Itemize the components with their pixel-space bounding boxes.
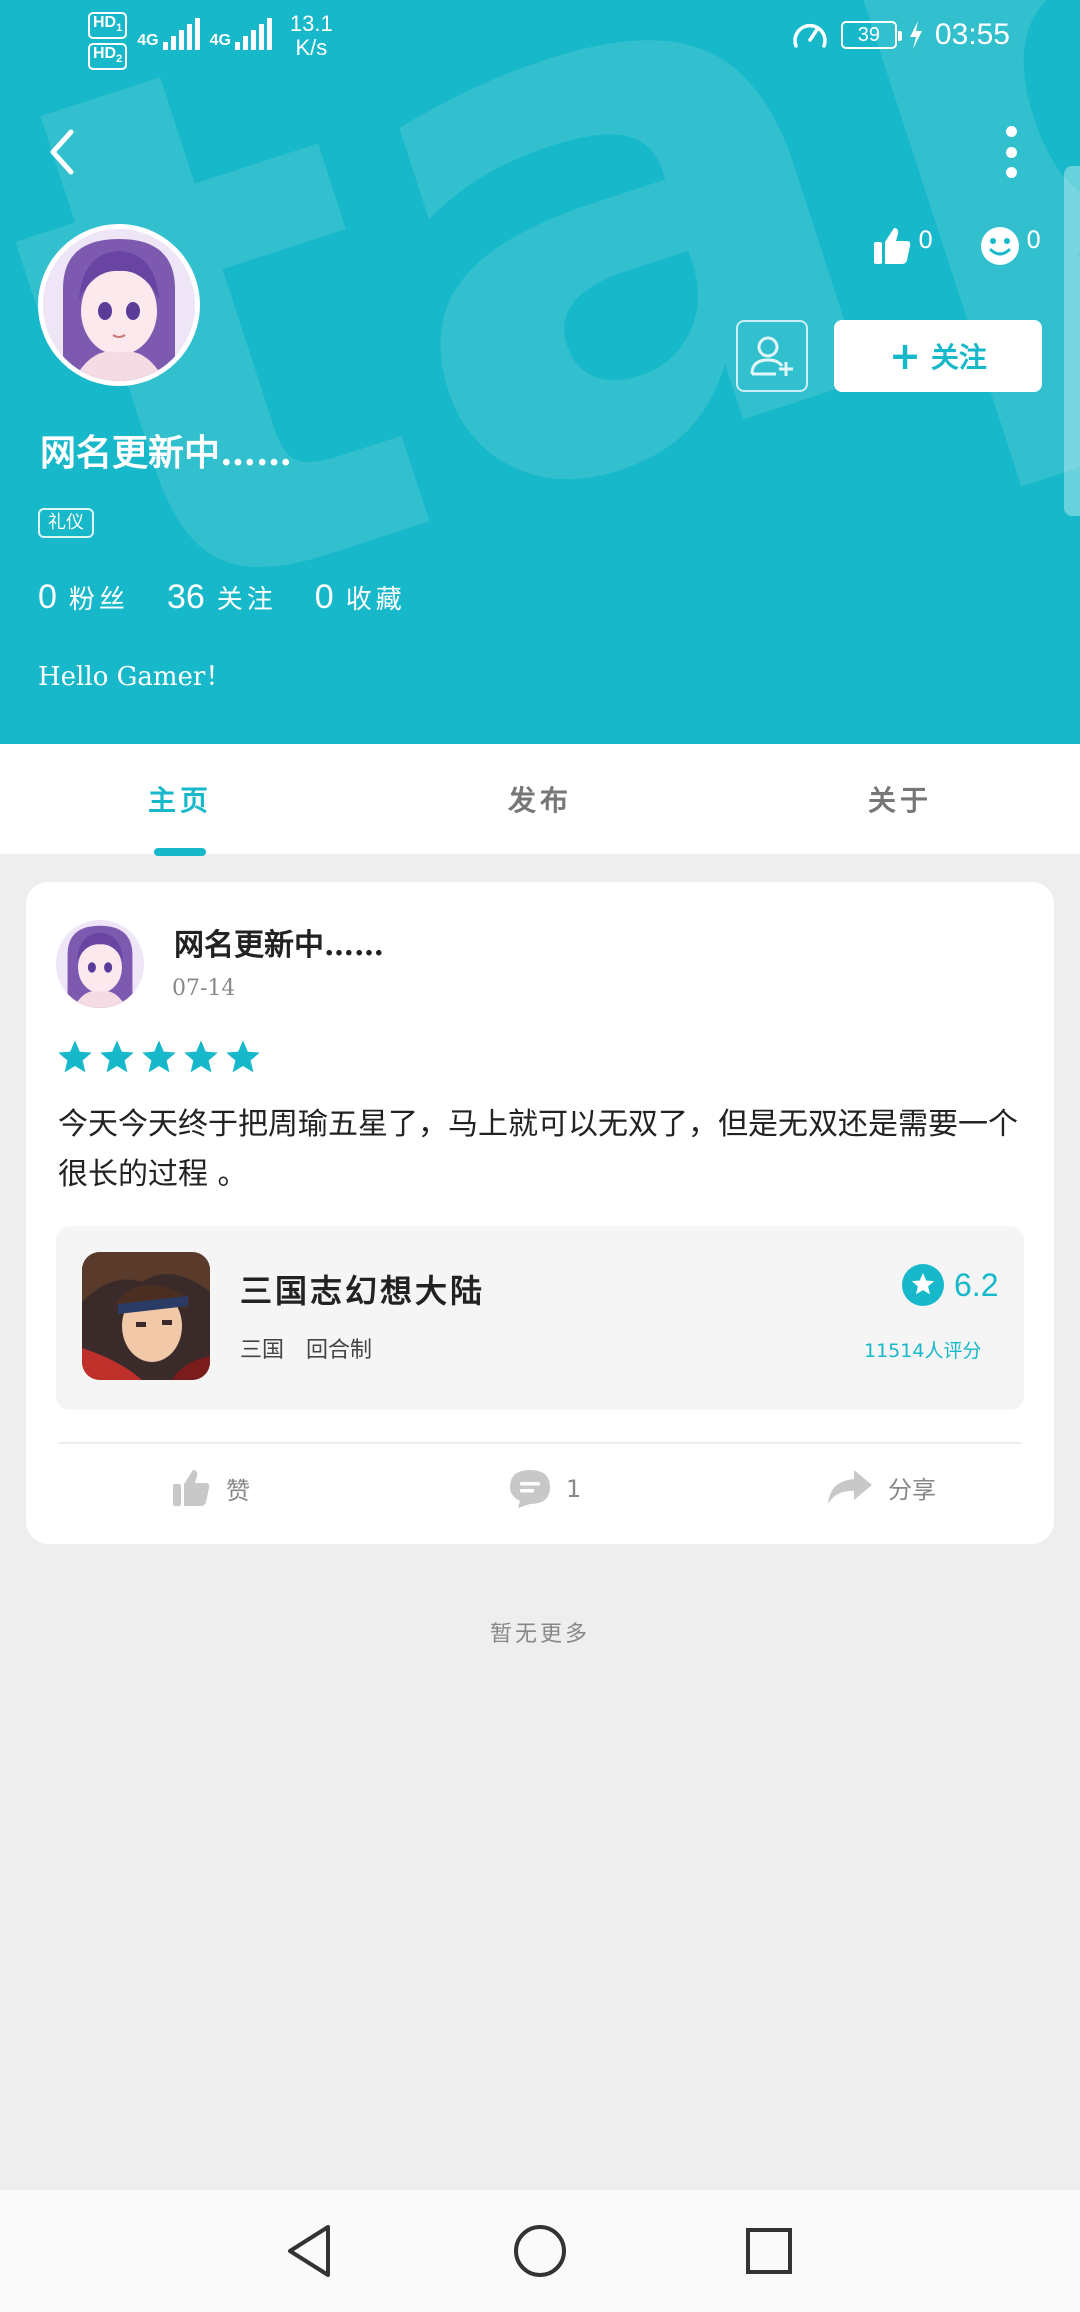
profile-reactions[interactable]: 0 [980, 226, 1041, 266]
game-rating: 6.2 [902, 1264, 998, 1306]
signal-2: 4G [210, 18, 272, 50]
more-options-button[interactable] [996, 126, 1026, 178]
network-speed: 13.1 K/s [289, 11, 333, 60]
back-button[interactable] [36, 120, 88, 184]
stat-fans[interactable]: 0 粉丝 [38, 578, 129, 617]
status-left: HD1 HD2 4G 4G 13.1 K/s [88, 11, 333, 71]
avatar-illustration [43, 229, 195, 381]
comment-button[interactable]: 1 [508, 1468, 581, 1510]
stat-favorites[interactable]: 0 收藏 [315, 578, 406, 617]
nav-home-button[interactable] [507, 2218, 573, 2284]
stat-following[interactable]: 36 关注 [167, 578, 277, 617]
share-button[interactable]: 分享 [826, 1468, 936, 1506]
star-rating [56, 1038, 262, 1076]
user-tag[interactable]: 礼仪 [38, 508, 94, 538]
nav-recents-button[interactable] [736, 2218, 802, 2284]
profile-avatar[interactable] [38, 224, 200, 386]
game-icon [82, 1252, 210, 1380]
profile-name: 网名更新中…… [40, 432, 293, 474]
side-drawer-handle[interactable] [1064, 166, 1080, 516]
speedometer-icon [793, 23, 827, 48]
star-icon [226, 1040, 260, 1073]
reaction-count: 0 [1026, 226, 1042, 254]
post-author-name[interactable]: 网名更新中…… [174, 920, 384, 964]
rating-score: 6.2 [954, 1266, 999, 1303]
hd1-badge: HD1 [88, 12, 128, 40]
smiley-icon [981, 227, 1019, 265]
game-card[interactable]: 三国志幻想大陆 三国 回合制 6.2 11514人评分 [56, 1226, 1024, 1410]
star-icon [100, 1040, 134, 1073]
follow-label: 关注 [930, 341, 987, 374]
plus-icon: + [889, 334, 921, 378]
end-of-list-text: 暂无更多 [489, 1622, 590, 1647]
game-tag: 回合制 [306, 1338, 373, 1363]
game-tag: 三国 [240, 1338, 285, 1363]
share-label: 分享 [888, 1475, 936, 1504]
add-user-icon [750, 336, 793, 376]
comment-icon [510, 1470, 550, 1508]
dot [1005, 167, 1017, 178]
avatar-illustration [56, 920, 144, 1008]
card-divider [58, 1442, 1022, 1444]
back-arrow-icon [50, 129, 74, 175]
profile-bio: Hello Gamer！ [38, 662, 232, 692]
active-tab-indicator [154, 848, 206, 856]
dot [1005, 146, 1017, 158]
status-right: 39 03:55 [791, 18, 1010, 52]
profile-likes[interactable]: 0 [872, 226, 933, 266]
rating-count: 11514人评分 [864, 1340, 982, 1362]
square-recents-icon [746, 2228, 792, 2274]
review-text[interactable]: 今天今天终于把周瑜五星了，马上就可以无双了，但是无双还是需要一个很长的过程 。 [58, 1100, 1038, 1200]
battery-icon: 39 [840, 21, 902, 49]
game-character-illustration [82, 1252, 210, 1380]
like-count: 0 [918, 226, 934, 254]
star-icon [58, 1040, 92, 1073]
post-date: 07-14 [172, 976, 236, 1001]
network-type-2: 4G [209, 32, 231, 49]
tab-about[interactable]: 关于 [720, 744, 1080, 854]
thumbs-up-icon [173, 1470, 210, 1506]
game-tags: 三国 回合制 [240, 1332, 372, 1364]
profile-tabs: 主页 发布 关于 [0, 744, 1080, 854]
dot [1005, 126, 1017, 137]
clock: 03:55 [934, 18, 1010, 51]
add-friend-button[interactable] [736, 320, 808, 392]
star-icon [184, 1040, 218, 1073]
post-author-avatar[interactable] [56, 920, 144, 1008]
triangle-back-icon [288, 2225, 330, 2277]
like-label: 赞 [226, 1476, 250, 1505]
status-bar: HD1 HD2 4G 4G 13.1 K/s 39 03:55 [0, 0, 1080, 74]
hd-indicators: HD1 HD2 [88, 12, 128, 71]
rating-star-icon [902, 1264, 944, 1306]
like-button[interactable]: 赞 [170, 1468, 250, 1508]
profile-stats: 0 粉丝 36 关注 0 收藏 [38, 578, 406, 617]
thumbs-up-icon [874, 228, 911, 264]
signal-1: 4G [137, 18, 200, 50]
tab-home[interactable]: 主页 [0, 744, 360, 854]
comment-count: 1 [566, 1475, 582, 1503]
network-type-1: 4G [137, 32, 159, 49]
game-title: 三国志幻想大陆 [240, 1272, 486, 1310]
signal-bars-icon [234, 18, 272, 50]
charging-icon [909, 21, 922, 49]
share-arrow-icon [828, 1470, 872, 1504]
system-nav-bar [0, 2190, 1080, 2312]
circle-home-icon [514, 2225, 566, 2277]
nav-back-button[interactable] [276, 2218, 342, 2284]
follow-button[interactable]: + 关注 [834, 320, 1042, 392]
review-card[interactable]: 网名更新中…… 07-14 今天今天终于把周瑜五星了，马上就可以无双了，但是无双… [26, 882, 1054, 1544]
tab-posts[interactable]: 发布 [360, 744, 720, 854]
star-icon [142, 1040, 176, 1073]
hd2-badge: HD2 [88, 43, 128, 71]
profile-header: tapTap HD1 HD2 4G 4G 13.1 K/s [0, 0, 1080, 744]
signal-bars-icon [162, 18, 200, 50]
